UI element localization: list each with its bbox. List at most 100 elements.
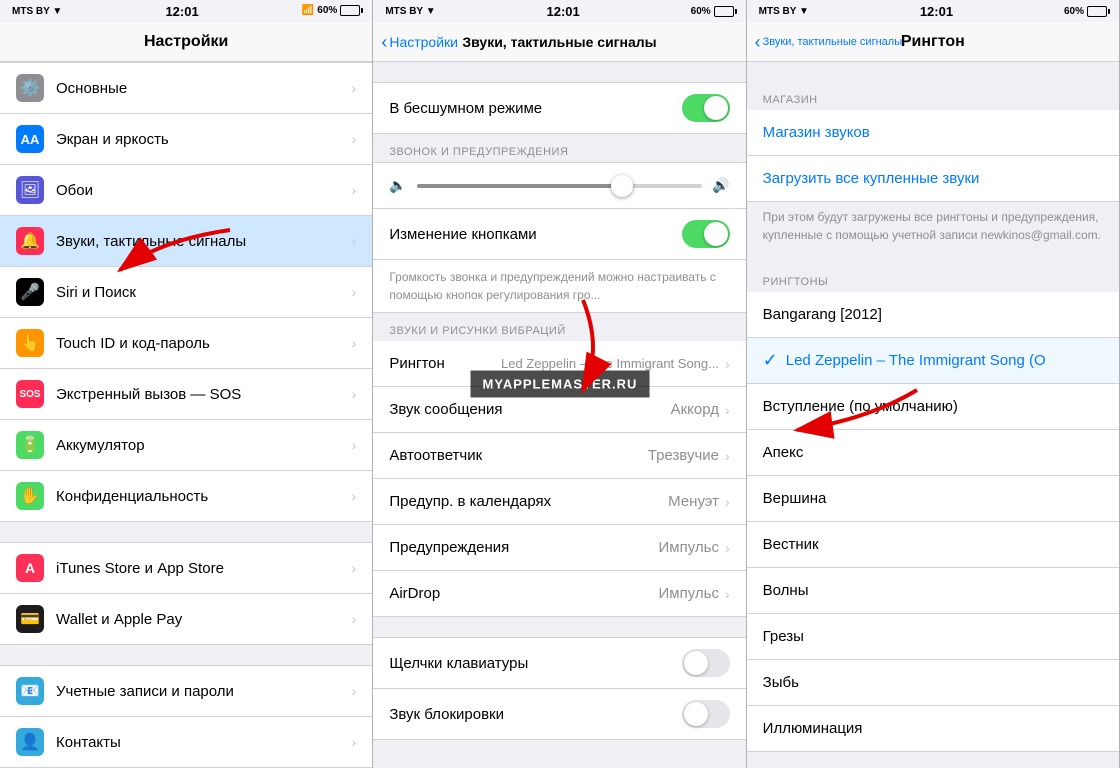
- chevron-airdrop: ›: [725, 586, 730, 602]
- icon-accounts: 📧: [16, 677, 44, 705]
- chevron-reminders: ›: [725, 540, 730, 556]
- battery-label-1: 60%: [317, 5, 337, 16]
- chevron-wallet: ›: [352, 611, 357, 627]
- icon-wallpaper: 🖼: [16, 176, 44, 204]
- nav-title-3: Рингтон: [901, 33, 965, 51]
- label-siri: Siri и Поиск: [56, 284, 352, 301]
- item-contacts[interactable]: 👤 Контакты ›: [0, 717, 372, 768]
- back-arrow-icon-2: ‹: [381, 33, 387, 51]
- bluetooth-icon: 📶: [302, 5, 314, 16]
- item-general[interactable]: ⚙️ Основные ›: [0, 62, 372, 114]
- ringtone-item-7[interactable]: Грезы: [747, 614, 1119, 660]
- chevron-display: ›: [352, 131, 357, 147]
- chevron-general: ›: [352, 80, 357, 96]
- battery-label-3: 60%: [1064, 6, 1084, 17]
- icon-itunes: A: [16, 554, 44, 582]
- item-itunes[interactable]: A iTunes Store и App Store ›: [0, 542, 372, 594]
- toggle-keyboard[interactable]: [682, 649, 730, 677]
- item-accounts[interactable]: 📧 Учетные записи и пароли ›: [0, 665, 372, 717]
- item-sounds[interactable]: 🔔 Звуки, тактильные сигналы ›: [0, 216, 372, 267]
- ringtone-item-4[interactable]: Вершина: [747, 476, 1119, 522]
- volume-row[interactable]: 🔈 🔊: [373, 162, 745, 209]
- ringtone-list[interactable]: МАГАЗИН Магазин звуков Загрузить все куп…: [747, 62, 1119, 768]
- value-reminders: Импульс: [659, 539, 719, 556]
- ringtone-label-5: Вестник: [763, 536, 1103, 553]
- ringtone-item-2[interactable]: Вступление (по умолчанию): [747, 384, 1119, 430]
- section-ringtones: РИНГТОНЫ Bangarang [2012] ✓ Led Zeppelin…: [747, 264, 1119, 752]
- back-label-2: Настройки: [389, 34, 458, 50]
- status-bar-2: MTS BY ▼ 12:01 60%: [373, 0, 745, 22]
- ringtone-item-6[interactable]: Волны: [747, 568, 1119, 614]
- label-airdrop: AirDrop: [389, 585, 658, 602]
- value-ringtone: Led Zeppelin – The Immigrant Song...: [501, 356, 719, 371]
- ringtone-item-9[interactable]: Иллюминация: [747, 706, 1119, 752]
- nav-title-2: Звуки, тактильные сигналы: [462, 34, 656, 50]
- chevron-wallpaper: ›: [352, 182, 357, 198]
- volume-slider[interactable]: [417, 184, 702, 188]
- ringtone-item-8[interactable]: Зыбь: [747, 660, 1119, 706]
- panel-1: MTS BY ▼ 12:01 📶 60% Настройки: [0, 0, 373, 768]
- back-arrow-icon-3: ‹: [755, 33, 761, 51]
- ringtone-label-0: Bangarang [2012]: [763, 306, 1103, 323]
- icon-touchid: 👆: [16, 329, 44, 357]
- item-siri[interactable]: 🎤 Siri и Поиск ›: [0, 267, 372, 318]
- chevron-privacy: ›: [352, 488, 357, 504]
- status-bar-1: MTS BY ▼ 12:01 📶 60%: [0, 0, 372, 22]
- item-wallet[interactable]: 💳 Wallet и Apple Pay ›: [0, 594, 372, 645]
- ringtone-label-4: Вершина: [763, 490, 1103, 507]
- settings-list-1[interactable]: ⚙️ Основные › AA Экран и яркость › 🖼 Обо…: [0, 62, 372, 768]
- nav-bar-3: ‹ Звуки, тактильные сигналы Рингтон: [747, 22, 1119, 62]
- section-silent: В бесшумном режиме: [373, 82, 745, 134]
- item-touchid[interactable]: 👆 Touch ID и код-пароль ›: [0, 318, 372, 369]
- chevron-itunes: ›: [352, 560, 357, 576]
- section-accounts: 📧 Учетные записи и пароли › 👤 Контакты ›: [0, 665, 372, 768]
- battery-icon-3: [1087, 6, 1107, 17]
- item-keyboard[interactable]: Щелчки клавиатуры: [373, 637, 745, 689]
- ringtone-item-0[interactable]: Bangarang [2012]: [747, 292, 1119, 338]
- sounds-list[interactable]: В бесшумном режиме ЗВОНОК И ПРЕДУПРЕЖДЕН…: [373, 62, 745, 768]
- item-battery[interactable]: 🔋 Аккумулятор ›: [0, 420, 372, 471]
- download-note: При этом будут загружены все рингтоны и …: [763, 210, 1101, 242]
- chevron-sounds: ›: [352, 233, 357, 249]
- item-airdrop[interactable]: AirDrop Импульс ›: [373, 571, 745, 617]
- item-reminders[interactable]: Предупреждения Импульс ›: [373, 525, 745, 571]
- ringtone-item-5[interactable]: Вестник: [747, 522, 1119, 568]
- nav-title-1: Настройки: [144, 33, 228, 51]
- status-icons-3: 60%: [1064, 6, 1107, 17]
- item-lock[interactable]: Звук блокировки: [373, 689, 745, 740]
- chevron-siri: ›: [352, 284, 357, 300]
- toggle-lock[interactable]: [682, 700, 730, 728]
- item-privacy[interactable]: ✋ Конфиденциальность ›: [0, 471, 372, 522]
- chevron-accounts: ›: [352, 683, 357, 699]
- label-reminders: Предупреждения: [389, 539, 658, 556]
- item-wallpaper[interactable]: 🖼 Обои ›: [0, 165, 372, 216]
- ringtone-label-2: Вступление (по умолчанию): [763, 398, 1103, 415]
- icon-siri: 🎤: [16, 278, 44, 306]
- value-message-tone: Аккорд: [671, 401, 719, 418]
- value-auto-answer: Трезвучие: [648, 447, 719, 464]
- back-label-3: Звуки, тактильные сигналы: [763, 36, 902, 48]
- item-calendar[interactable]: Предупр. в календарях Менуэт ›: [373, 479, 745, 525]
- label-wallpaper: Обои: [56, 182, 352, 199]
- label-battery: Аккумулятор: [56, 437, 352, 454]
- battery-icon-1: [340, 5, 360, 16]
- item-download-all[interactable]: Загрузить все купленные звуки: [747, 156, 1119, 202]
- toggle-silent[interactable]: [682, 94, 730, 122]
- nav-back-3[interactable]: ‹ Звуки, тактильные сигналы: [755, 33, 902, 51]
- item-silent[interactable]: В бесшумном режиме: [373, 82, 745, 134]
- nav-back-2[interactable]: ‹ Настройки: [381, 33, 458, 51]
- label-display: Экран и яркость: [56, 131, 352, 148]
- nav-bar-2: ‹ Настройки Звуки, тактильные сигналы: [373, 22, 745, 62]
- item-store-link[interactable]: Магазин звуков: [747, 110, 1119, 156]
- toggle-vol-buttons[interactable]: [682, 220, 730, 248]
- ringtone-item-1[interactable]: ✓ Led Zeppelin – The Immigrant Song (O: [747, 338, 1119, 384]
- vol-note: Громкость звонка и предупреждений можно …: [389, 270, 716, 302]
- item-sos[interactable]: SOS Экстренный вызов — SOS ›: [0, 369, 372, 420]
- item-vol-buttons[interactable]: Изменение кнопками: [373, 209, 745, 260]
- value-airdrop: Импульс: [659, 585, 719, 602]
- item-display[interactable]: AA Экран и яркость ›: [0, 114, 372, 165]
- vol-high-icon: 🔊: [712, 177, 729, 194]
- vol-low-icon: 🔈: [389, 177, 406, 194]
- ringtone-item-3[interactable]: Апекс: [747, 430, 1119, 476]
- item-auto-answer[interactable]: Автоответчик Трезвучие ›: [373, 433, 745, 479]
